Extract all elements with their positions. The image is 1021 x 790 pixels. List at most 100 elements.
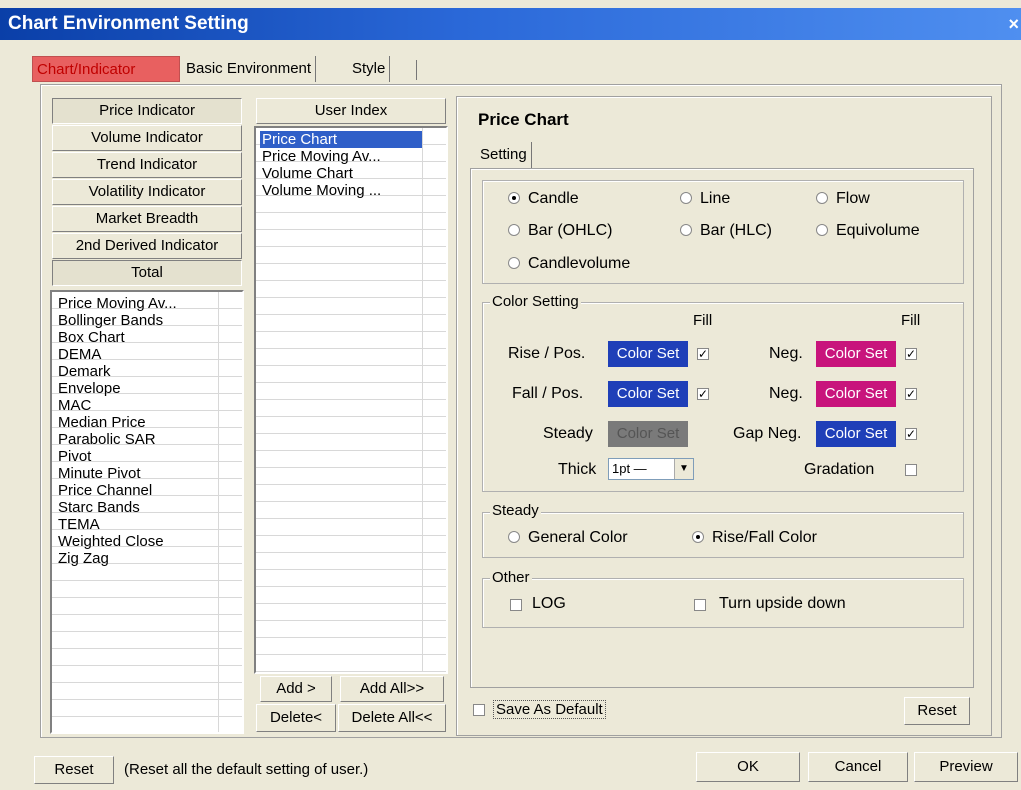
close-icon[interactable]: × xyxy=(1008,8,1019,40)
ok-button[interactable]: OK xyxy=(696,752,800,782)
list-item[interactable]: Weighted Close xyxy=(58,533,164,550)
list-column-divider xyxy=(422,128,423,672)
tab-divider xyxy=(416,60,417,80)
thick-select-value: 1pt — xyxy=(612,461,647,476)
category-trend-indicator[interactable]: Trend Indicator xyxy=(52,152,242,178)
radio-line[interactable]: Line xyxy=(680,189,730,209)
tab-basic-environment[interactable]: Basic Environment xyxy=(182,56,317,82)
list-item[interactable]: Price Channel xyxy=(58,482,152,499)
user-index-item-selected[interactable]: Price Chart xyxy=(260,131,422,148)
user-index-header[interactable]: User Index xyxy=(256,98,446,124)
title-bar: Chart Environment Setting × xyxy=(0,8,1021,40)
steady-group-label: Steady xyxy=(490,502,541,519)
radio-dot xyxy=(816,223,828,236)
list-item[interactable]: Demark xyxy=(58,363,111,380)
rise-pos-label: Rise / Pos. xyxy=(508,345,586,362)
list-item[interactable]: Bollinger Bands xyxy=(58,312,163,329)
log-label: LOG xyxy=(532,595,566,612)
list-item[interactable]: DEMA xyxy=(58,346,101,363)
list-item[interactable]: Minute Pivot xyxy=(58,465,141,482)
chevron-down-icon[interactable]: ▼ xyxy=(674,459,693,479)
list-item[interactable]: Median Price xyxy=(58,414,146,431)
rise-pos-color-button[interactable]: Color Set xyxy=(608,341,688,367)
radio-candlevolume[interactable]: Candlevolume xyxy=(508,254,630,274)
delete-button[interactable]: Delete< xyxy=(256,704,336,732)
fall-pos-fill-checkbox[interactable]: ✓ xyxy=(697,388,709,400)
radio-general-color[interactable]: General Color xyxy=(508,528,628,548)
list-item[interactable]: Price Moving Av... xyxy=(262,148,381,165)
radio-dot xyxy=(816,191,828,204)
cancel-button[interactable]: Cancel xyxy=(808,752,908,782)
list-column-divider xyxy=(218,292,219,732)
reset-all-button[interactable]: Reset xyxy=(34,756,114,784)
other-group-label: Other xyxy=(490,569,532,586)
list-item[interactable]: MAC xyxy=(58,397,91,414)
category-volume-indicator[interactable]: Volume Indicator xyxy=(52,125,242,151)
rise-neg-fill-checkbox[interactable]: ✓ xyxy=(905,348,917,360)
panel-reset-button[interactable]: Reset xyxy=(904,697,970,725)
radio-dot xyxy=(508,256,520,269)
indicator-list[interactable]: Price Moving Av... Bollinger Bands Box C… xyxy=(50,290,244,734)
gradation-checkbox[interactable] xyxy=(905,464,917,476)
category-market-breadth[interactable]: Market Breadth xyxy=(52,206,242,232)
radio-label: Candle xyxy=(528,190,579,207)
list-item[interactable]: Price Moving Av... xyxy=(58,295,177,312)
radio-rise-fall-color[interactable]: Rise/Fall Color xyxy=(692,528,817,548)
log-checkbox[interactable] xyxy=(510,599,522,611)
radio-flow[interactable]: Flow xyxy=(816,189,870,209)
list-item[interactable]: Pivot xyxy=(58,448,91,465)
category-total[interactable]: Total xyxy=(52,260,242,286)
category-price-indicator[interactable]: Price Indicator xyxy=(52,98,242,124)
gap-neg-color-button[interactable]: Color Set xyxy=(816,421,896,447)
gradation-label: Gradation xyxy=(804,461,875,478)
radio-dot xyxy=(680,191,692,204)
fall-pos-color-button[interactable]: Color Set xyxy=(608,381,688,407)
list-item[interactable]: TEMA xyxy=(58,516,100,533)
radio-candle[interactable]: Candle xyxy=(508,189,579,209)
radio-label: Line xyxy=(700,190,731,207)
fall-neg-color-button[interactable]: Color Set xyxy=(816,381,896,407)
list-item[interactable]: Zig Zag xyxy=(58,550,109,567)
preview-button[interactable]: Preview xyxy=(914,752,1018,782)
radio-label: Candlevolume xyxy=(528,255,631,272)
radio-label: General Color xyxy=(528,529,628,546)
radio-label: Bar (HLC) xyxy=(700,222,773,239)
add-button[interactable]: Add > xyxy=(260,676,332,702)
panel-title: Price Chart xyxy=(478,110,569,129)
tab-style[interactable]: Style xyxy=(348,56,391,82)
fall-neg-label: Neg. xyxy=(769,385,803,402)
add-all-button[interactable]: Add All>> xyxy=(340,676,444,702)
upside-down-checkbox[interactable] xyxy=(694,599,706,611)
fall-neg-fill-checkbox[interactable]: ✓ xyxy=(905,388,917,400)
color-setting-label: Color Setting xyxy=(490,293,581,310)
steady-color-button[interactable]: Color Set xyxy=(608,421,688,447)
category-2nd-derived-indicator[interactable]: 2nd Derived Indicator xyxy=(52,233,242,259)
thick-select[interactable]: 1pt — ▼ xyxy=(608,458,694,480)
rise-pos-fill-checkbox[interactable]: ✓ xyxy=(697,348,709,360)
save-default-checkbox[interactable] xyxy=(473,704,485,716)
window-title: Chart Environment Setting xyxy=(8,13,249,34)
radio-dot xyxy=(692,530,704,543)
list-item[interactable]: Volume Chart xyxy=(262,165,353,182)
list-item[interactable]: Envelope xyxy=(58,380,121,397)
delete-all-button[interactable]: Delete All<< xyxy=(338,704,446,732)
radio-bar-ohlc[interactable]: Bar (OHLC) xyxy=(508,221,612,241)
list-item[interactable]: Starc Bands xyxy=(58,499,140,516)
radio-dot xyxy=(508,530,520,543)
list-item[interactable]: Volume Moving ... xyxy=(262,182,381,199)
user-index-list[interactable]: Price Chart Price Moving Av... Volume Ch… xyxy=(254,126,448,674)
category-volatility-indicator[interactable]: Volatility Indicator xyxy=(52,179,242,205)
radio-bar-hlc[interactable]: Bar (HLC) xyxy=(680,221,772,241)
list-item[interactable]: Parabolic SAR xyxy=(58,431,156,448)
radio-equivolume[interactable]: Equivolume xyxy=(816,221,920,241)
tab-chart-indicator[interactable]: Chart/Indicator xyxy=(32,56,180,82)
gap-neg-fill-checkbox[interactable]: ✓ xyxy=(905,428,917,440)
list-grid xyxy=(256,128,446,672)
radio-dot xyxy=(508,223,520,236)
list-item[interactable]: Box Chart xyxy=(58,329,125,346)
radio-dot xyxy=(680,223,692,236)
tab-setting[interactable]: Setting xyxy=(476,142,532,168)
steady-color-label: Steady xyxy=(543,425,593,442)
fall-pos-label: Fall / Pos. xyxy=(512,385,584,402)
rise-neg-color-button[interactable]: Color Set xyxy=(816,341,896,367)
